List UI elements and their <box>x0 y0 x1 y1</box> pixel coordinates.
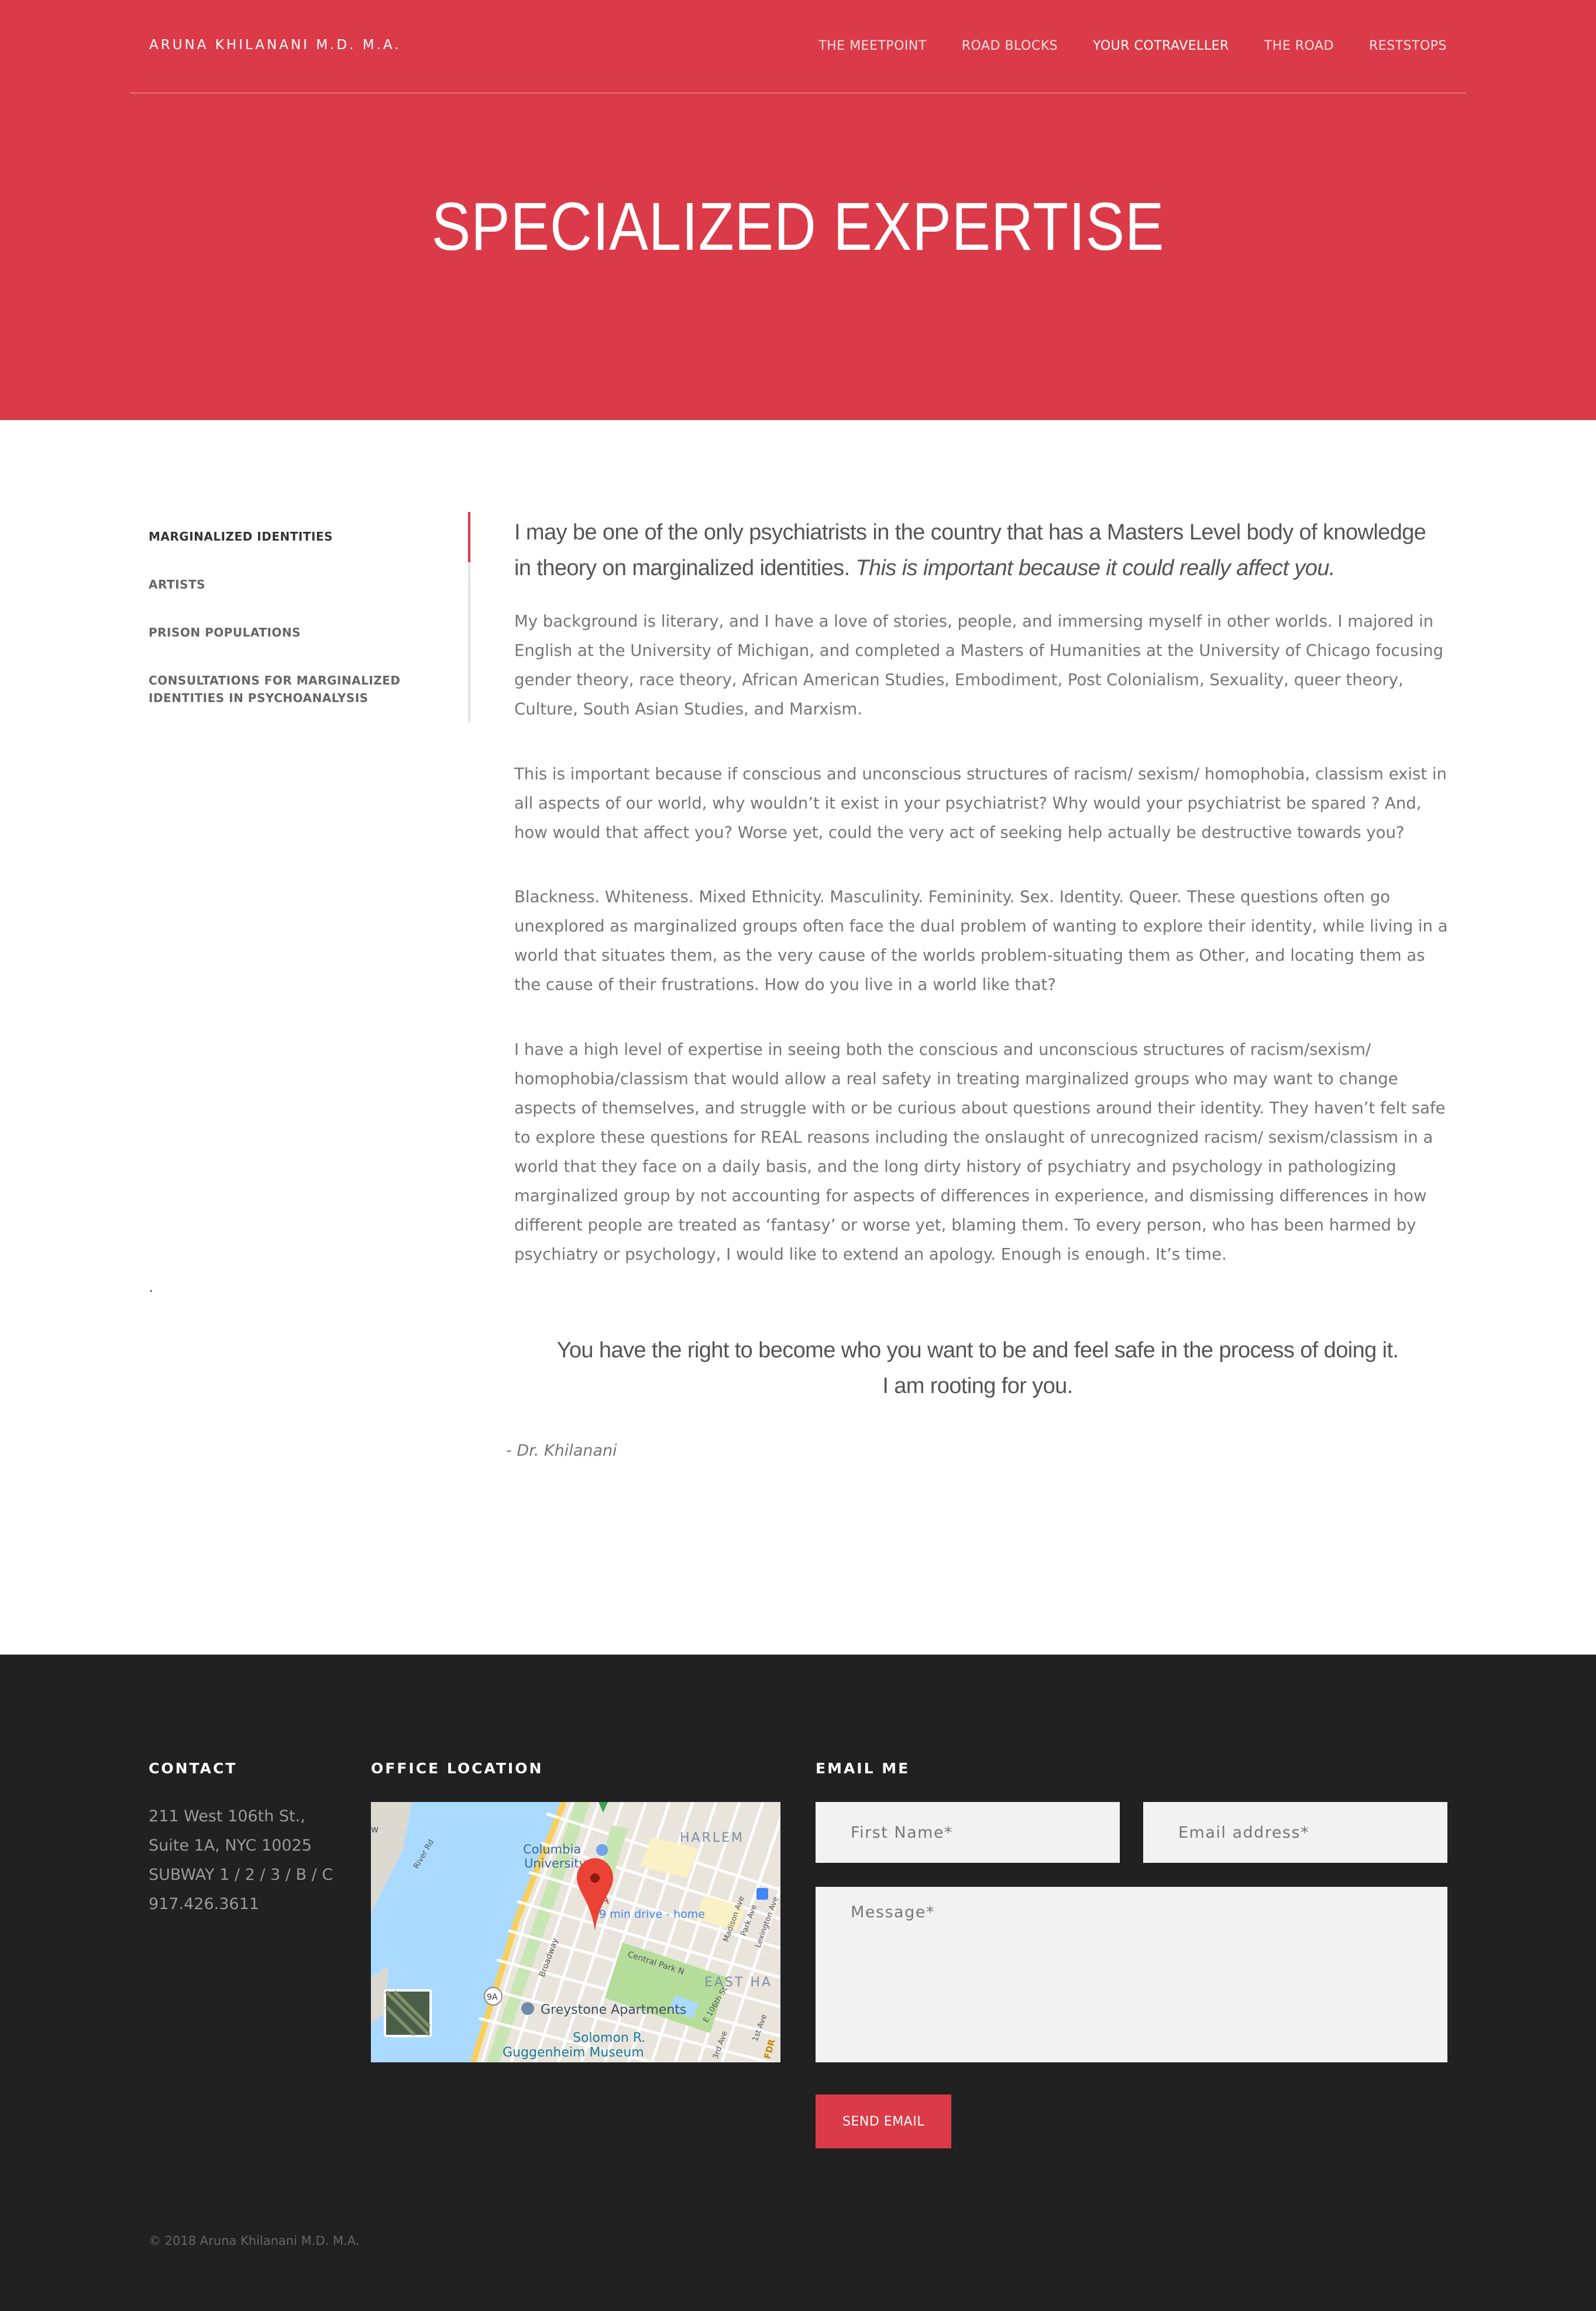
quote-line-1: You have the right to become who you wan… <box>556 1338 1399 1363</box>
nav-road-blocks[interactable]: ROAD BLOCKS <box>962 39 1058 53</box>
sidebar-dot: . <box>149 1278 154 1296</box>
map-graphic: HARLEM Columbia University 1A 29 min dri… <box>371 1802 780 2062</box>
map-label-solomon: Solomon R. <box>573 2031 645 2045</box>
map-label-guggenheim: Guggenheim Museum <box>503 2045 644 2060</box>
email-address-input[interactable] <box>1143 1802 1447 1863</box>
nav-reststops[interactable]: RESTSTOPS <box>1369 39 1447 53</box>
map-label-east-harlem: EAST HA <box>704 1975 772 1990</box>
page-title: SPECIALIZED EXPERTISE <box>431 188 1165 264</box>
transit-icon <box>756 1888 768 1900</box>
lead-text-italic: This is important because it could reall… <box>855 556 1335 580</box>
subway-lines: SUBWAY 1 / 2 / 3 / B / C <box>149 1866 333 1884</box>
school-icon <box>596 1844 608 1856</box>
main-nav: THE MEETPOINT ROAD BLOCKS YOUR COTRAVELL… <box>818 39 1447 53</box>
message-textarea[interactable] <box>816 1887 1447 2062</box>
contact-info: 211 West 106th St., Suite 1A, NYC 10025 … <box>149 1802 342 1919</box>
address-line-1: 211 West 106th St., <box>149 1807 305 1825</box>
send-email-button[interactable]: SEND EMAIL <box>816 2095 951 2148</box>
nav-the-road[interactable]: THE ROAD <box>1264 39 1334 53</box>
body-paragraph-3: Blackness. Whiteness. Mixed Ethnicity. M… <box>514 888 1448 994</box>
site-logo-text[interactable]: ARUNA KHILANANI M.D. M.A. <box>149 37 401 53</box>
body-paragraph-1: My background is literary, and I have a … <box>514 612 1444 718</box>
sidebar-item-consultations[interactable]: CONSULTATIONS FOR MARGINALIZED IDENTITIE… <box>149 672 418 707</box>
map-label-route-9a: 9A <box>487 1993 498 2002</box>
place-pin-icon <box>521 2002 534 2015</box>
phone-number[interactable]: 917.426.3611 <box>149 1890 342 1919</box>
map-label-drive-time: 29 min drive - home <box>592 1908 705 1921</box>
quote-line-2: I am rooting for you. <box>882 1374 1073 1398</box>
active-indicator <box>468 512 470 562</box>
sidebar-item-artists[interactable]: ARTISTS <box>149 576 418 593</box>
nav-your-cotraveller[interactable]: YOUR COTRAVELLER <box>1093 39 1229 53</box>
body-paragraph-4: I have a high level of expertise in seei… <box>514 1040 1446 1264</box>
nav-the-meetpoint[interactable]: THE MEETPOINT <box>818 39 927 53</box>
map-label-w: w <box>371 1824 379 1835</box>
closing-quote: You have the right to become who you wan… <box>514 1333 1441 1404</box>
map-label-harlem: HARLEM <box>680 1831 744 1845</box>
hero-banner: ARUNA KHILANANI M.D. M.A. THE MEETPOINT … <box>0 0 1596 420</box>
sidebar-item-prison-populations[interactable]: PRISON POPULATIONS <box>149 624 418 641</box>
lead-paragraph: I may be one of the only psychiatrists i… <box>514 515 1447 586</box>
top-navbar: ARUNA KHILANANI M.D. M.A. THE MEETPOINT … <box>130 0 1466 94</box>
lead-text: I may be one of the only psychiatrists i… <box>514 515 1447 586</box>
map-label-greystone: Greystone Apartments <box>541 2003 686 2017</box>
office-location-heading: OFFICE LOCATION <box>371 1760 544 1777</box>
email-heading: EMAIL ME <box>816 1760 910 1777</box>
map-label-columbia: Columbia <box>523 1842 581 1856</box>
body-paragraph-2: This is important because if conscious a… <box>514 765 1447 842</box>
sidebar-item-marginalized-identities[interactable]: MARGINALIZED IDENTITIES <box>149 528 418 545</box>
office-map[interactable]: HARLEM Columbia University 1A 29 min dri… <box>371 1802 780 2062</box>
map-label-university: University <box>524 1856 586 1870</box>
first-name-input[interactable] <box>816 1802 1120 1863</box>
signature: - Dr. Khilanani <box>506 1442 617 1460</box>
address-line-2: Suite 1A, NYC 10025 <box>149 1837 312 1855</box>
satellite-toggle-icon[interactable] <box>384 1989 432 2037</box>
sidebar-menu: MARGINALIZED IDENTITIES ARTISTS PRISON P… <box>149 512 470 723</box>
contact-heading: CONTACT <box>149 1760 238 1777</box>
copyright-text: © 2018 Aruna Khilanani M.D. M.A. <box>149 2234 360 2248</box>
